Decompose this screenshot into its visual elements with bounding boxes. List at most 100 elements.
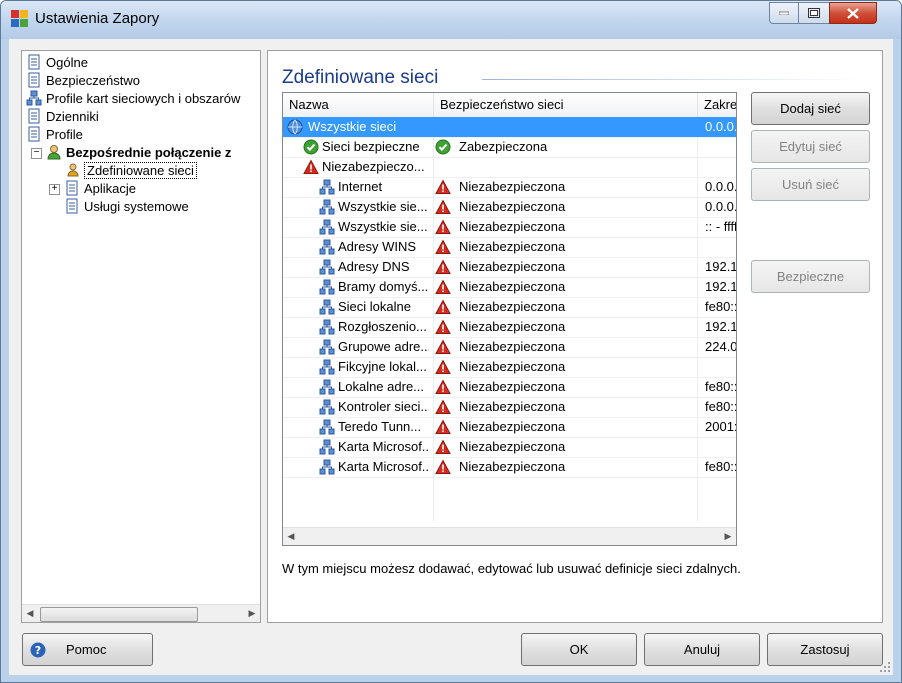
network-range: 224.0 [705,339,736,354]
tree-item-applications[interactable]: Aplikacje [64,179,136,197]
tree-item-label: Ogólne [46,54,88,70]
warning-icon [435,439,451,454]
cell-range [705,137,736,157]
ok-button[interactable]: OK [521,633,637,666]
table-row[interactable]: Kontroler sieci... Niezabezpieczona fe80:: [283,397,736,418]
column-header-security[interactable]: Bezpieczeństwo sieci [434,93,698,117]
tree-item-label: Bezpieczeństwo [46,72,140,88]
page-icon [28,126,40,142]
page-icon [28,72,40,88]
tree-item-security[interactable]: Bezpieczeństwo [26,71,140,89]
table-row[interactable]: Rozgłoszenio... Niezabezpieczona 192.1 [283,317,736,338]
table-row[interactable]: Lokalne adre... Niezabezpieczona fe80:: [283,377,736,398]
cell-security: Niezabezpieczona [435,397,697,417]
table-row[interactable]: Wszystkie sie... Niezabezpieczona 0.0.0. [283,197,736,218]
cell-name: Wszystkie sie... [319,217,429,237]
network-range: 192.1 [705,319,736,334]
table-row[interactable]: Niezabezpieczo... [283,157,736,178]
scroll-right-arrow-icon[interactable]: ▶ [246,607,258,620]
network-security: Niezabezpieczona [459,419,566,434]
network-security: Niezabezpieczona [459,239,566,254]
panel-description: W tym miejscu możesz dodawać, edytować l… [282,561,741,576]
cell-name: Lokalne adre... [319,377,429,397]
tree-collapse-toggle[interactable]: − [31,148,42,159]
cell-security: Niezabezpieczona [435,317,697,337]
globe-icon [287,119,303,135]
resize-grip-icon[interactable] [879,661,891,673]
svg-text:?: ? [35,644,41,657]
title-divider [482,79,862,80]
table-row[interactable]: Adresy WINS Niezabezpieczona [283,237,736,258]
network-name: Adresy DNS [338,259,410,274]
tree-item-direct-connection[interactable]: Bezpośrednie połączenie z [46,143,231,161]
help-button[interactable]: ? Pomoc [22,633,153,666]
scrollbar-thumb[interactable] [40,607,198,622]
cell-range: 0.0.0. [705,177,736,197]
network-security: Niezabezpieczona [459,299,566,314]
cell-security: Niezabezpieczona [435,257,697,277]
apply-button[interactable]: Zastosuj [767,633,883,666]
close-button[interactable] [829,2,877,24]
network-range: 192.1 [705,259,736,274]
cancel-button[interactable]: Anuluj [644,633,760,666]
maximize-button[interactable] [798,2,830,24]
network-range: :: - ffff: [705,219,736,234]
tree-item-adapter-profiles[interactable]: Profile kart sieciowych i obszarów [26,89,240,107]
table-row[interactable]: Bramy domyś... Niezabezpieczona 192.1 [283,277,736,298]
avg-logo-icon [11,10,28,27]
table-row[interactable]: Teredo Tunn... Niezabezpieczona 2001: [283,417,736,438]
tree-horizontal-scrollbar[interactable]: ◀ ▶ [22,604,260,622]
close-icon [847,7,859,19]
tree-item-general[interactable]: Ogólne [26,53,88,71]
remove-network-button[interactable]: Usuń sieć [751,168,870,201]
tree-item-system-services[interactable]: Usługi systemowe [64,197,189,215]
cell-name: Fikcyjne lokal... [319,357,429,377]
tree-expand-toggle[interactable]: + [49,184,60,195]
table-row[interactable]: Internet Niezabezpieczona 0.0.0. [283,177,736,198]
page-icon [28,54,40,70]
network-security: Niezabezpieczona [459,359,566,374]
network-name: Sieci lokalne [338,299,411,314]
grid-horizontal-scrollbar[interactable]: ◀ ▶ [283,527,736,545]
tree-item-label: Profile [46,126,83,142]
cell-name: Teredo Tunn... [319,417,429,437]
tree-item-label: Bezpośrednie połączenie z [66,144,232,160]
scroll-left-arrow-icon[interactable]: ◀ [24,607,36,620]
table-row[interactable]: Sieci lokalne Niezabezpieczona fe80:: [283,297,736,318]
table-row[interactable]: Wszystkie sie... Niezabezpieczona:: - fff… [283,217,736,238]
cell-name: Wszystkie sie... [319,197,429,217]
table-row[interactable]: Wszystkie sieci 0.0.0. [283,117,736,138]
network-range: 0.0.0. [705,179,736,194]
user-network-icon [67,163,79,177]
scroll-right-arrow-icon[interactable]: ▶ [722,530,734,543]
add-network-button[interactable]: Dodaj sieć [751,92,870,125]
edit-network-button[interactable]: Edytuj sieć [751,130,870,163]
title-bar[interactable]: Ustawienia Zapory [1,1,901,39]
networks-grid[interactable]: Nazwa Bezpieczeństwo sieci Zakres Wszyst… [282,92,737,546]
network-icon [319,279,335,295]
window-title: Ustawienia Zapory [35,10,160,27]
network-security: Niezabezpieczona [459,279,566,294]
network-name: Sieci bezpieczne [322,139,420,154]
table-row[interactable]: Fikcyjne lokal... Niezabezpieczona [283,357,736,378]
tree-item-profiles[interactable]: Profile [26,125,83,143]
scroll-left-arrow-icon[interactable]: ◀ [285,530,297,543]
table-row[interactable]: Sieci bezpieczne Zabezpieczona [283,137,736,158]
cell-range [705,437,736,457]
table-row[interactable]: Karta Microsof... Niezabezpieczona fe80:: [283,457,736,478]
tree-item-logs[interactable]: Dzienniki [26,107,99,125]
column-header-name[interactable]: Nazwa [283,93,434,117]
network-icon [319,239,335,255]
minimize-button[interactable] [769,2,799,24]
table-row[interactable]: Adresy DNS Niezabezpieczona 192.1 [283,257,736,278]
page-icon [66,198,78,214]
table-row[interactable]: Grupowe adre... Niezabezpieczona 224.0 [283,337,736,358]
column-header-range[interactable]: Zakres [698,93,736,117]
table-row[interactable]: Karta Microsof... Niezabezpieczona [283,437,736,458]
network-range: fe80:: [705,379,736,394]
page-icon [28,108,40,124]
safe-button[interactable]: Bezpieczne [751,260,870,293]
network-icon [319,439,335,455]
tree-item-defined-networks[interactable]: Zdefiniowane sieci [64,161,197,179]
network-security: Niezabezpieczona [459,459,566,474]
